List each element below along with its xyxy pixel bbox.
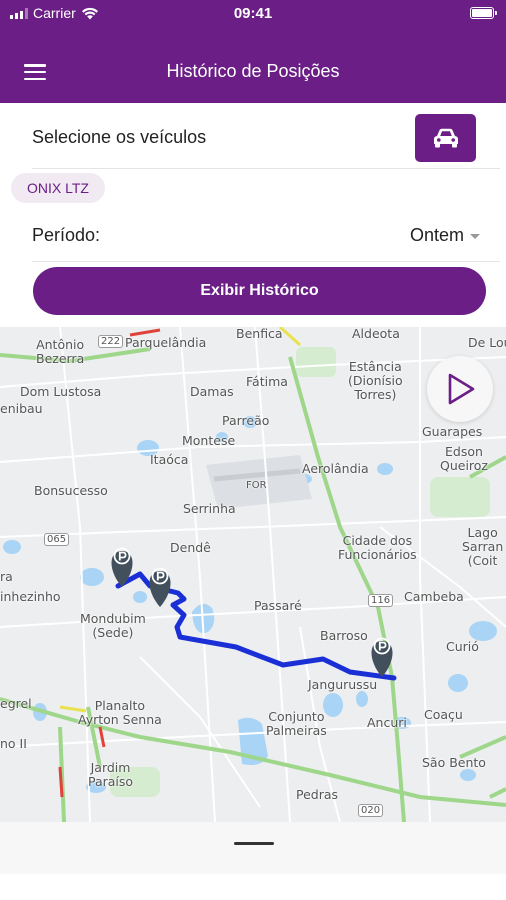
map-label: Serrinha [183, 501, 236, 516]
map-label: Dom Lustosa [20, 384, 102, 399]
map-label: Barroso [320, 628, 368, 643]
map-label: FOR [246, 480, 267, 491]
map-label: Cambeba [404, 589, 464, 604]
bottom-sheet [0, 822, 506, 900]
status-bar: Carrier 09:41 [0, 0, 506, 28]
map-label: no II [0, 736, 27, 751]
map-label: Guarapes [422, 424, 483, 439]
route-shield: 222 [98, 335, 124, 348]
divider [32, 261, 500, 262]
play-icon [448, 373, 475, 405]
route-shield: 065 [44, 533, 70, 546]
map-label: Pedras [296, 787, 339, 802]
route-shield: 020 [358, 804, 384, 817]
play-button[interactable] [427, 356, 493, 422]
sheet-drag-handle[interactable] [234, 842, 274, 845]
select-vehicle-button[interactable] [415, 114, 476, 162]
sheet-content [0, 874, 506, 900]
map-label: Mondubim (Sede) [80, 611, 146, 640]
vehicle-selection-label: Selecione os veículos [32, 127, 207, 147]
map-label: Jardim Paraíso [88, 760, 134, 789]
selected-vehicle-chip[interactable]: ONIX LTZ [11, 173, 105, 203]
battery-icon [470, 7, 497, 19]
map-label: Ancuri [367, 715, 407, 730]
map-label: Itaóca [150, 452, 189, 467]
page-title: Histórico de Posições [166, 61, 340, 81]
map-label: São Bento [422, 755, 486, 770]
map-label: Dendê [170, 540, 211, 555]
map-label: Coaçu [424, 707, 463, 722]
map-label: Aerolândia [302, 461, 369, 476]
app-header: Carrier 09:41 Histórico de Posições [0, 0, 506, 103]
show-history-button[interactable]: Exibir Histórico [33, 267, 486, 315]
map-label: Parquelândia [125, 335, 207, 350]
map-label: Cidade dos Funcionários [338, 533, 417, 562]
map-label: Estância (Dionísio Torres) [348, 359, 403, 402]
map-label: inhezinho [0, 589, 61, 604]
map-view[interactable]: Antônio Bezerra 222 Parquelândia Benfica … [0, 327, 506, 822]
map-label: Parreão [222, 413, 270, 428]
map-label: Benfica [236, 327, 283, 341]
period-label: Período: [32, 225, 101, 245]
period-dropdown[interactable]: Ontem [410, 225, 480, 246]
route-shield: 116 [368, 594, 394, 607]
parking-marker-icon[interactable] [149, 567, 171, 608]
map-label: egrel [0, 696, 32, 711]
map-label: Planalto Ayrton Senna [78, 698, 162, 727]
map-label: Passaré [254, 598, 302, 613]
map-label: Bonsucesso [34, 483, 108, 498]
map-label: enibau [0, 401, 43, 416]
map-label: Montese [182, 433, 236, 448]
status-time: 09:41 [233, 5, 273, 22]
divider [32, 168, 500, 169]
map-label: Fátima [246, 374, 288, 389]
map-label: Jangurussu [308, 677, 378, 692]
map-label: Conjunto Palmeiras [266, 709, 327, 738]
period-value: Ontem [409, 225, 464, 245]
chevron-down-icon [470, 234, 480, 239]
car-icon [433, 128, 458, 148]
map-label: De Lou [468, 335, 506, 350]
map-label: Curió [446, 639, 479, 654]
map-label: Lago Sarran (Coit [462, 525, 504, 568]
map-label: Edson Queiroz [440, 444, 488, 473]
map-label: Aldeota [352, 327, 400, 341]
map-label: Damas [190, 384, 234, 399]
vehicle-selection-row: Selecione os veículos [0, 103, 506, 171]
map-label: ra [0, 569, 13, 584]
map-label: Antônio Bezerra [36, 337, 85, 366]
